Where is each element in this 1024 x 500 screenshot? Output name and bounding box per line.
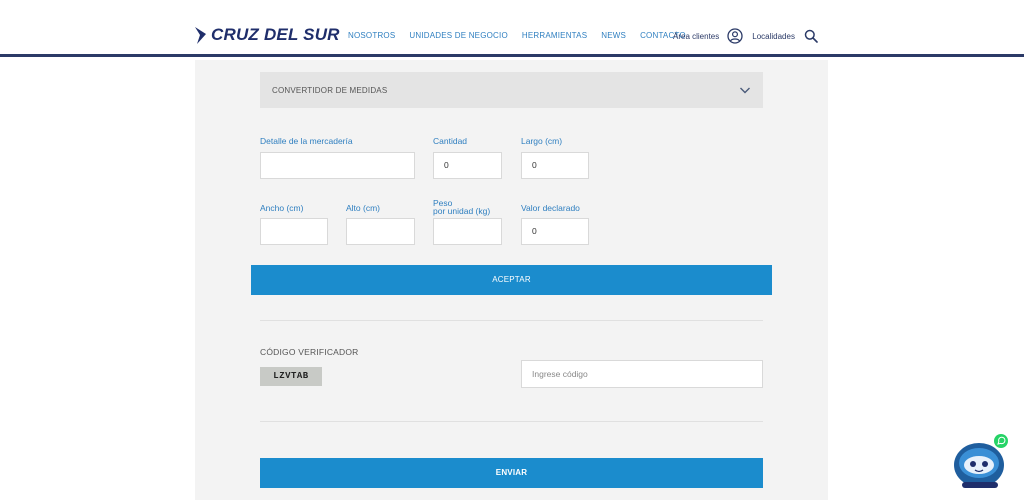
- measures-converter-accordion[interactable]: CONVERTIDOR DE MEDIDAS: [260, 72, 763, 108]
- largo-input[interactable]: 0: [521, 152, 589, 179]
- accordion-label: CONVERTIDOR DE MEDIDAS: [272, 86, 388, 95]
- nav-unidades-de-negocio[interactable]: UNIDADES DE NEGOCIO: [409, 31, 507, 40]
- clients-area-link[interactable]: Área clientes: [673, 32, 719, 41]
- verification-code-input[interactable]: Ingrese código: [521, 360, 763, 388]
- verification-code-title: CÓDIGO VERIFICADOR: [260, 347, 359, 357]
- ancho-input[interactable]: [260, 218, 328, 245]
- main-nav: NOSOTROS UNIDADES DE NEGOCIO HERRAMIENTA…: [348, 31, 700, 40]
- peso-input[interactable]: [433, 218, 502, 245]
- alto-input[interactable]: [346, 218, 415, 245]
- header-right-links: Área clientes Localidades: [673, 28, 818, 44]
- valor-declarado-input[interactable]: 0: [521, 218, 589, 245]
- locations-link[interactable]: Localidades: [752, 32, 795, 41]
- nav-herramientas[interactable]: HERRAMIENTAS: [522, 31, 587, 40]
- detalle-label: Detalle de la mercadería: [260, 136, 353, 146]
- cantidad-input[interactable]: 0: [433, 152, 502, 179]
- largo-label: Largo (cm): [521, 136, 563, 146]
- nav-nosotros[interactable]: NOSOTROS: [348, 31, 395, 40]
- chat-assistant-widget[interactable]: [950, 432, 1012, 492]
- brand-chevron-icon: [195, 27, 206, 44]
- brand-name: CRUZ DEL SUR: [211, 25, 340, 44]
- ancho-label: Ancho (cm): [260, 203, 304, 213]
- valor-declarado-label: Valor declarado: [521, 203, 580, 213]
- search-icon[interactable]: [804, 29, 818, 43]
- verification-code-captcha: LZVTAB: [260, 367, 322, 386]
- chevron-down-icon[interactable]: [739, 84, 751, 96]
- site-header: CRUZ DEL SUR NOSOTROS UNIDADES DE NEGOCI…: [0, 0, 1024, 57]
- send-button[interactable]: ENVIAR: [260, 458, 763, 488]
- alto-label: Alto (cm): [346, 203, 380, 213]
- divider: [260, 320, 763, 321]
- nav-news[interactable]: NEWS: [601, 31, 626, 40]
- brand-logo[interactable]: CRUZ DEL SUR: [194, 24, 340, 46]
- accept-button[interactable]: ACEPTAR: [251, 265, 772, 295]
- user-circle-icon[interactable]: [727, 28, 743, 44]
- peso-label-line2: por unidad (kg): [433, 206, 491, 216]
- cantidad-label: Cantidad: [433, 136, 468, 146]
- whatsapp-icon[interactable]: [994, 434, 1008, 448]
- divider: [260, 421, 763, 422]
- detalle-input[interactable]: [260, 152, 415, 179]
